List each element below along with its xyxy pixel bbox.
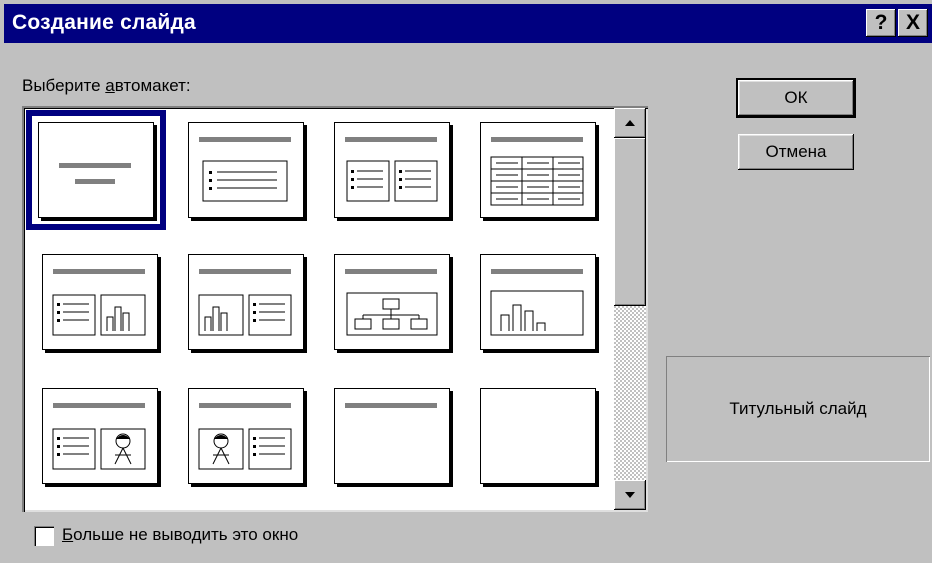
- layout-picker-label: Выберите автомакет:: [22, 76, 191, 95]
- title-only-icon: [345, 403, 437, 408]
- arrow-up-icon: [625, 120, 635, 126]
- chart-icon: [490, 269, 584, 336]
- layout-tile-table[interactable]: [480, 122, 596, 218]
- layout-tile-chart[interactable]: [480, 254, 596, 350]
- text-and-clip-art-icon: [52, 403, 146, 470]
- two-column-text-icon: [345, 137, 438, 202]
- layout-tile-organization-chart[interactable]: [334, 254, 450, 350]
- close-button[interactable]: X: [898, 9, 928, 37]
- layout-tile-text-and-chart[interactable]: [42, 254, 158, 350]
- blank-icon: [481, 389, 595, 483]
- layout-tile-clip-art-and-text[interactable]: [188, 388, 304, 484]
- layout-tile-two-column-text[interactable]: [334, 122, 450, 218]
- arrow-down-icon: [625, 492, 635, 498]
- new-slide-dialog: Создание слайда ? X Выберите автомакет:: [0, 0, 932, 563]
- scroll-down-button[interactable]: [614, 480, 646, 510]
- dont-show-again-label[interactable]: Больше не выводить это окно: [62, 525, 298, 545]
- clip-art-and-text-icon: [198, 403, 292, 470]
- dont-show-again-checkbox[interactable]: [34, 526, 54, 546]
- layout-tile-title-slide[interactable]: [26, 110, 166, 230]
- dialog-title: Создание слайда: [12, 11, 196, 34]
- text-and-chart-icon: [52, 269, 146, 336]
- layout-tile-blank[interactable]: [480, 388, 596, 484]
- title-slide-icon: [59, 163, 131, 184]
- bulleted-list-icon: [199, 137, 291, 202]
- ok-button[interactable]: ОК: [736, 78, 856, 118]
- layout-tile-chart-and-text[interactable]: [188, 254, 304, 350]
- help-button[interactable]: ?: [866, 9, 896, 37]
- layout-tile-text-and-clip-art[interactable]: [42, 388, 158, 484]
- scroll-thumb[interactable]: [614, 138, 646, 306]
- organization-chart-icon: [345, 269, 438, 336]
- chart-and-text-icon: [198, 269, 292, 336]
- cancel-button[interactable]: Отмена: [738, 134, 854, 170]
- table-icon: [490, 137, 584, 206]
- title-bar[interactable]: Создание слайда ? X: [4, 4, 932, 43]
- layout-name-preview: Титульный слайд: [666, 356, 930, 462]
- layout-tile-bulleted-list[interactable]: [188, 122, 304, 218]
- layout-scrollbar[interactable]: [614, 108, 646, 510]
- scroll-up-button[interactable]: [614, 108, 646, 138]
- layout-tile-title-only[interactable]: [334, 388, 450, 484]
- layout-listbox[interactable]: [22, 106, 648, 512]
